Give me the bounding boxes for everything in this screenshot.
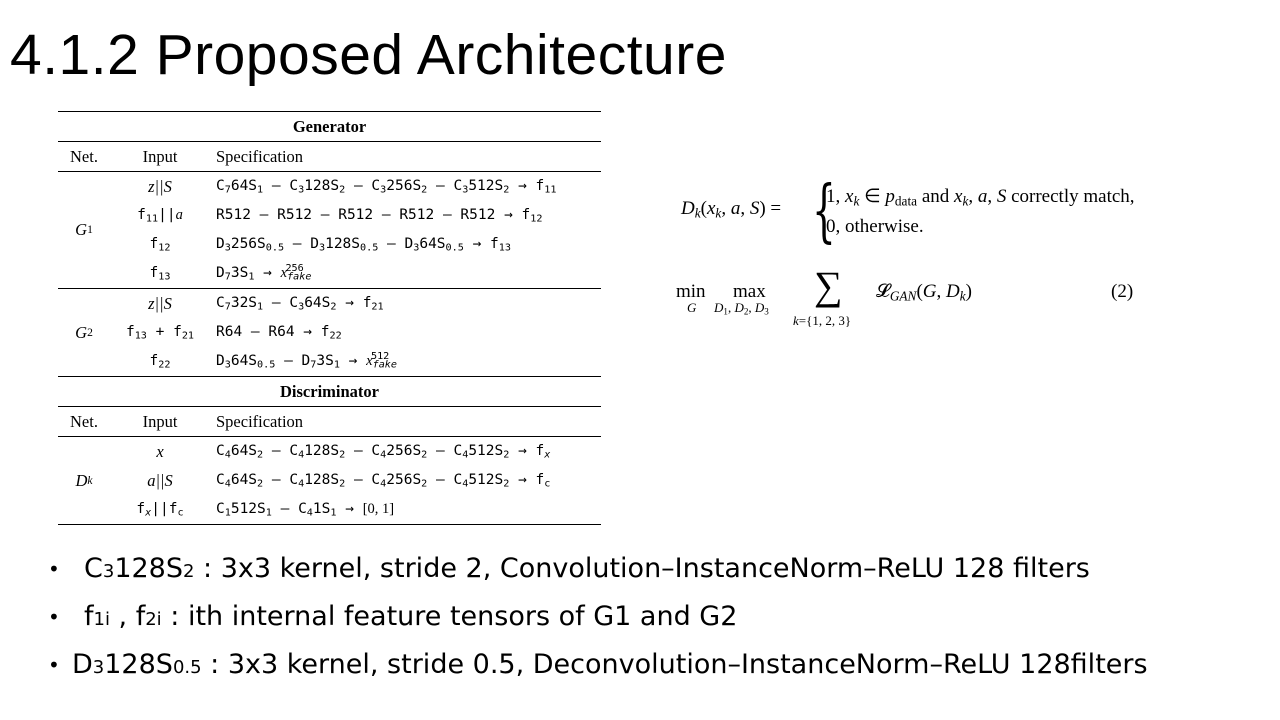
- col-input: Input: [142, 412, 178, 431]
- slide-title: 4.1.2 Proposed Architecture: [10, 23, 727, 87]
- table-row: z||S C764S1 – C3128S2 – C3256S2 – C3512S…: [58, 172, 601, 201]
- col-spec: Specification: [216, 412, 304, 431]
- spec-cell: D73S1 → xfake256: [216, 263, 312, 283]
- dk-definition-lhs: Dk(xk, a, S) =: [681, 198, 782, 221]
- table-row: fx||fc C1512S1 – C41S1 → [0, 1]: [58, 495, 601, 524]
- col-input: Input: [142, 147, 178, 166]
- bullet-text: : 3x3 kernel, stride 2, Convolution–Inst…: [194, 553, 1090, 584]
- bullet-dot-icon: •: [48, 605, 60, 629]
- input-cell: f13 + f21: [125, 324, 195, 342]
- dk-group: Dk x C464S2 – C4128S2 – C4256S2 – C4512S…: [58, 437, 601, 524]
- equation-number: (2): [1111, 281, 1134, 302]
- min-subscript: G: [687, 300, 697, 315]
- spec-cell: D3256S0.5 – D3128S0.5 – D364S0.5 → f13: [216, 236, 511, 254]
- spec-cell: R64 – R64 → f22: [216, 324, 342, 342]
- column-header-row: Net. Input Specification: [58, 142, 601, 171]
- input-cell: z||S: [148, 177, 172, 196]
- spec-cell: D364S0.5 – D73S1 → xfake512: [216, 351, 397, 371]
- table-row: f13 + f21 R64 – R64 → f22: [58, 318, 601, 347]
- bullet-dot-icon: •: [48, 557, 60, 581]
- generator-header: Generator: [292, 117, 367, 136]
- table-row: f13 D73S1 → xfake256: [58, 259, 601, 288]
- input-cell: f11||a: [137, 207, 183, 225]
- input-cell: f12: [149, 236, 171, 254]
- spec-cell: C1512S1 – C41S1 → [0, 1]: [216, 501, 395, 519]
- input-cell: fx||fc: [136, 501, 184, 519]
- table-row: f12 D3256S0.5 – D3128S0.5 – D364S0.5 → f…: [58, 230, 601, 259]
- table-bottom-rule: [58, 524, 601, 525]
- architecture-table: Generator Net. Input Specification G1 z|…: [58, 111, 601, 525]
- bullet-text: : ith internal feature tensors of G1 and…: [161, 601, 738, 632]
- discriminator-header: Discriminator: [280, 382, 379, 401]
- spec-cell: C464S2 – C4128S2 – C4256S2 – C4512S2 → f…: [216, 472, 551, 490]
- sum-subscript: k={1, 2, 3}: [793, 313, 852, 328]
- input-cell: z||S: [148, 294, 172, 313]
- spec-cell: C764S1 – C3128S2 – C3256S2 – C3512S2 → f…: [216, 178, 557, 196]
- g1-group: G1 z||S C764S1 – C3128S2 – C3256S2 – C35…: [58, 172, 601, 288]
- col-net: Net.: [70, 147, 98, 166]
- table-row: a||S C464S2 – C4128S2 – C4256S2 – C4512S…: [58, 466, 601, 495]
- max-subscript: D1, D2, D3: [714, 300, 769, 317]
- bullet-text: : 3x3 kernel, stride 0.5, Deconvolution–…: [201, 649, 1148, 680]
- input-cell: a||S: [147, 471, 173, 490]
- spec-cell: R512 – R512 – R512 – R512 – R512 → f12: [216, 207, 543, 225]
- sum-operator: ∑: [814, 263, 843, 308]
- col-net: Net.: [70, 412, 98, 431]
- dk-case-2: 0, otherwise.: [826, 216, 924, 237]
- table-row: f11||a R512 – R512 – R512 – R512 – R512 …: [58, 201, 601, 230]
- gan-loss-term: 𝓛GAN(G, Dk): [876, 281, 972, 304]
- input-cell: f13: [149, 265, 171, 283]
- table-row: f22 D364S0.5 – D73S1 → xfake512: [58, 347, 601, 376]
- input-cell: f22: [149, 353, 171, 371]
- table-row: x C464S2 – C4128S2 – C4256S2 – C4512S2 →…: [58, 437, 601, 466]
- spec-cell: C732S1 – C364S2 → f21: [216, 295, 384, 313]
- spec-cell: C464S2 – C4128S2 – C4256S2 – C4512S2 → f…: [216, 443, 551, 461]
- table-row: z||S C732S1 – C364S2 → f21: [58, 289, 601, 318]
- col-spec: Specification: [216, 147, 304, 166]
- g2-group: G2 z||S C732S1 – C364S2 → f21 f13 + f21 …: [58, 289, 601, 376]
- input-cell: x: [156, 442, 164, 461]
- bullet-dot-icon: •: [48, 653, 60, 677]
- column-header-row: Net. Input Specification: [58, 407, 601, 436]
- dk-case-1: 1, xk ∈ pdata and xk, a, S correctly mat…: [826, 186, 1135, 209]
